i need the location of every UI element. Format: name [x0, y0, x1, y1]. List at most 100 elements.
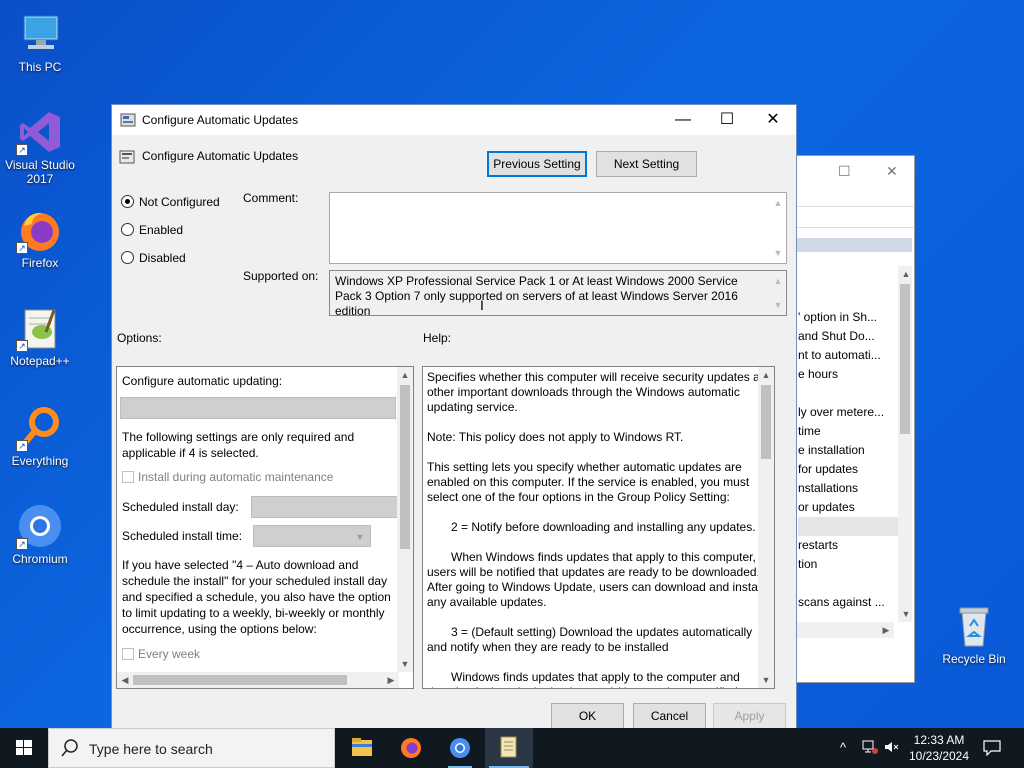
- taskbar-firefox[interactable]: [387, 728, 435, 768]
- horizontal-scrollbar[interactable]: ▶: [796, 622, 894, 638]
- desktop-icon-recycle-bin[interactable]: Recycle Bin: [934, 602, 1014, 666]
- volume-muted-icon[interactable]: [884, 740, 900, 757]
- scroll-down-icon[interactable]: ▼: [770, 297, 786, 313]
- configure-updating-dropdown[interactable]: [120, 397, 396, 419]
- policy-list-item[interactable]: e installation: [798, 441, 898, 460]
- text-cursor-icon: I: [480, 297, 484, 313]
- scroll-up-icon[interactable]: ▲: [898, 266, 914, 282]
- desktop-icon-this-pc[interactable]: This PC: [0, 10, 80, 74]
- notification-icon[interactable]: [983, 740, 1001, 759]
- scrollbar-thumb[interactable]: [900, 284, 910, 434]
- scroll-right-icon[interactable]: ▶: [878, 622, 894, 638]
- setting-icon: [119, 149, 135, 165]
- radio-disabled[interactable]: Disabled: [121, 251, 186, 265]
- taskbar-search-box[interactable]: Type here to search: [48, 728, 335, 768]
- network-icon[interactable]: [862, 740, 878, 757]
- policy-list-item[interactable]: and Shut Do...: [798, 327, 898, 346]
- policy-list-item[interactable]: or updates: [798, 498, 898, 517]
- desktop-icon-chromium[interactable]: ↗ Chromium: [0, 502, 80, 566]
- policy-list-item[interactable]: ' option in Sh...: [798, 308, 898, 327]
- scroll-up-icon[interactable]: ▲: [758, 367, 774, 383]
- scroll-down-icon[interactable]: ▼: [397, 656, 413, 672]
- configure-automatic-updates-dialog[interactable]: Configure Automatic Updates — ☐ ✕ Config…: [111, 104, 797, 730]
- chevron-up-icon[interactable]: ^: [840, 740, 846, 755]
- minimize-button[interactable]: —: [660, 105, 706, 135]
- options-panel[interactable]: Configure automatic updating: The follow…: [116, 366, 414, 689]
- policy-list-item[interactable]: scans against ...: [798, 593, 898, 612]
- options-horizontal-scrollbar[interactable]: ◀ ▶: [117, 672, 399, 688]
- maximize-button[interactable]: ☐: [704, 105, 750, 135]
- maximize-icon[interactable]: ☐: [838, 163, 851, 180]
- desktop-icon-visual-studio[interactable]: ↗ Visual Studio 2017: [0, 108, 80, 186]
- scroll-down-icon[interactable]: ▼: [758, 672, 774, 688]
- policy-list-item[interactable]: ly over metere...: [798, 403, 898, 422]
- desktop-icon-everything[interactable]: ↗ Everything: [0, 404, 80, 468]
- scroll-left-icon[interactable]: ◀: [117, 672, 133, 688]
- install-day-dropdown[interactable]: [251, 496, 399, 518]
- help-paragraph: When Windows finds updates that apply to…: [427, 550, 764, 609]
- scrollbar-thumb[interactable]: [761, 385, 771, 459]
- desktop-icon-label: This PC: [18, 60, 62, 74]
- policy-list-item[interactable]: e hours: [798, 365, 898, 384]
- ok-button[interactable]: OK: [551, 703, 624, 729]
- background-window-titlebar[interactable]: ☐ ✕: [796, 156, 914, 186]
- windows-logo-icon: [16, 740, 32, 755]
- start-button[interactable]: [0, 728, 48, 768]
- policy-list[interactable]: ' option in Sh... and Shut Do... nt to aut…: [798, 308, 898, 612]
- taskbar-chromium[interactable]: [436, 728, 484, 768]
- policy-list-item[interactable]: [798, 574, 898, 593]
- policy-list-item[interactable]: tion: [798, 555, 898, 574]
- apply-button[interactable]: Apply: [713, 703, 786, 729]
- help-panel[interactable]: Specifies whether this computer will rec…: [422, 366, 775, 689]
- policy-list-item[interactable]: for updates: [798, 460, 898, 479]
- recycle-bin-icon: [950, 602, 998, 650]
- scroll-down-icon[interactable]: ▼: [898, 606, 914, 622]
- scrollbar-thumb[interactable]: [133, 675, 347, 685]
- policy-list-item[interactable]: [798, 384, 898, 403]
- help-paragraph: This setting lets you specify whether au…: [427, 460, 750, 504]
- desktop-icon-label: Chromium: [12, 552, 68, 566]
- desktop-icon-label: Recycle Bin: [942, 652, 1006, 666]
- policy-list-item[interactable]: nstallations: [798, 479, 898, 498]
- policy-list-item[interactable]: time: [798, 422, 898, 441]
- taskbar-file-explorer[interactable]: [338, 728, 386, 768]
- help-paragraph: Note: This policy does not apply to Wind…: [427, 430, 684, 444]
- options-label: Options:: [117, 331, 162, 345]
- help-paragraph: 2 = Notify before downloading and instal…: [451, 520, 756, 534]
- policy-list-item[interactable]: [798, 517, 898, 536]
- radio-enabled[interactable]: Enabled: [121, 223, 183, 237]
- scroll-up-icon[interactable]: ▲: [770, 195, 786, 211]
- background-window[interactable]: ☐ ✕ ' option in Sh... and Shut Do... nt to…: [795, 155, 915, 683]
- radio-unselected-icon: [121, 223, 134, 236]
- vertical-scrollbar[interactable]: ▲ ▼: [898, 266, 912, 622]
- dialog-titlebar[interactable]: Configure Automatic Updates — ☐ ✕: [112, 105, 796, 135]
- help-vertical-scrollbar[interactable]: ▲ ▼: [758, 367, 774, 688]
- radio-not-configured[interactable]: Not Configured: [121, 195, 220, 209]
- next-setting-button[interactable]: Next Setting: [596, 151, 697, 177]
- every-week-checkbox[interactable]: Every week: [122, 647, 200, 661]
- comment-textarea[interactable]: ▲ ▼: [329, 192, 787, 264]
- scroll-up-icon[interactable]: ▲: [770, 273, 786, 289]
- close-button[interactable]: ✕: [750, 105, 796, 135]
- group-policy-icon: [120, 113, 136, 127]
- scroll-right-icon[interactable]: ▶: [383, 672, 399, 688]
- scroll-down-icon[interactable]: ▼: [770, 245, 786, 261]
- taskbar-group-policy-editor[interactable]: [485, 728, 533, 768]
- desktop-icon-firefox[interactable]: ↗ Firefox: [0, 206, 80, 270]
- clock-time: 12:33 AM: [913, 733, 965, 747]
- checkbox-icon: [122, 648, 134, 660]
- options-vertical-scrollbar[interactable]: ▲ ▼: [397, 367, 413, 672]
- taskbar-clock[interactable]: 12:33 AM 10/23/2024: [900, 732, 978, 764]
- scroll-up-icon[interactable]: ▲: [397, 367, 413, 383]
- desktop-icon-notepadpp[interactable]: ↗ Notepad++: [0, 304, 80, 368]
- policy-list-item[interactable]: nt to automati...: [798, 346, 898, 365]
- scrollbar-thumb[interactable]: [400, 385, 410, 549]
- install-maintenance-checkbox[interactable]: Install during automatic maintenance: [122, 470, 333, 484]
- previous-setting-button[interactable]: Previous Setting: [487, 151, 587, 177]
- install-time-dropdown[interactable]: ▼: [253, 525, 371, 547]
- chromium-icon: ↗: [16, 502, 64, 550]
- supported-on-label: Supported on:: [243, 269, 319, 283]
- cancel-button[interactable]: Cancel: [633, 703, 706, 729]
- close-icon[interactable]: ✕: [886, 163, 898, 180]
- policy-list-item[interactable]: restarts: [798, 536, 898, 555]
